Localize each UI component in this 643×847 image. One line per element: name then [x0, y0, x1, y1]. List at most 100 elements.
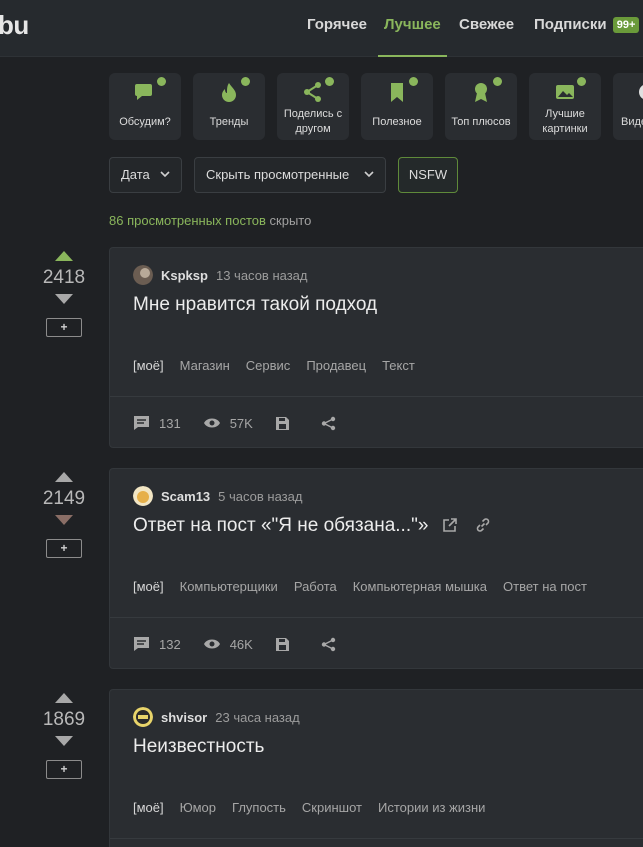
share-button[interactable] [321, 637, 345, 652]
category-tile-discuss[interactable]: Обсудим? [109, 73, 181, 140]
share-icon [304, 82, 321, 102]
category-label: Лучшие [545, 108, 585, 120]
downvote-arrow-icon[interactable] [54, 293, 74, 305]
post-time: 5 часов назад [218, 488, 303, 504]
category-label: Полезное [372, 116, 422, 128]
category-label: Поделись с [283, 108, 343, 120]
upvote-arrow-icon[interactable] [54, 692, 74, 704]
date-filter-dropdown[interactable]: Дата [109, 157, 182, 193]
vote-panel: 2149 + [40, 471, 88, 558]
post-time: 23 часа назад [215, 709, 300, 725]
comments-button[interactable]: 131 [133, 415, 181, 431]
downvote-arrow-icon[interactable] [54, 514, 74, 526]
category-tile-share[interactable]: Поделись с другом [277, 73, 349, 140]
category-tile-top-pluses[interactable]: Топ плюсов [445, 73, 517, 140]
tag[interactable]: Работа [294, 579, 337, 594]
avatar [133, 486, 153, 506]
author-name[interactable]: Kspksp [161, 268, 208, 283]
tag[interactable]: Магазин [180, 358, 230, 373]
category-tile-trends[interactable]: Тренды [193, 73, 265, 140]
video-icon [639, 85, 643, 99]
post-tags: [моё] Магазин Сервис Продавец Текст [133, 358, 431, 373]
share-button[interactable] [321, 416, 345, 431]
post-rating: 2418 [42, 267, 86, 288]
comments-button[interactable]: 132 [133, 636, 181, 652]
post-author[interactable]: Scam13 5 часов назад [133, 486, 302, 506]
hidden-posts-suffix: скрыто [269, 213, 312, 228]
expand-plus-button[interactable]: + [46, 760, 82, 779]
upvote-arrow-icon[interactable] [54, 471, 74, 483]
expand-plus-button[interactable]: + [46, 539, 82, 558]
save-button[interactable] [275, 416, 299, 431]
post-card: Kspksp 13 часов назад Мне нравится такой… [109, 247, 643, 448]
tag[interactable]: Компьютерная мышка [353, 579, 487, 594]
hidden-posts-link[interactable]: 86 просмотренных постов [109, 213, 266, 228]
post-author[interactable]: Kspksp 13 часов назад [133, 265, 307, 285]
new-dot [241, 77, 250, 86]
post-title[interactable]: Мне нравится такой подход [133, 294, 377, 316]
tag[interactable]: Сервис [246, 358, 291, 373]
post-footer: 132 46K [133, 634, 367, 654]
tag[interactable]: Текст [382, 358, 415, 373]
nav-hot[interactable]: Горячее [307, 0, 367, 57]
nav-fresh[interactable]: Свежее [459, 0, 514, 57]
views-count: 46K [229, 636, 253, 652]
tag[interactable]: Глупость [232, 800, 286, 815]
new-dot [157, 77, 166, 86]
post-time: 13 часов назад [215, 267, 308, 283]
nav-best[interactable]: Лучшее [378, 0, 447, 57]
share-icon [321, 637, 336, 651]
nsfw-toggle-button[interactable]: NSFW [398, 157, 458, 193]
avatar [133, 707, 153, 727]
post-title[interactable]: Неизвестность [133, 736, 264, 758]
category-tile-best-pictures[interactable]: Лучшие картинки [529, 73, 601, 140]
expand-plus-button[interactable]: + [46, 318, 82, 337]
eye-icon [203, 418, 220, 428]
post-author[interactable]: shvisor 23 часа назад [133, 707, 300, 727]
eye-icon [203, 639, 220, 649]
category-label: Обсудим? [119, 116, 171, 128]
image-icon [556, 85, 574, 99]
category-label: другом [295, 123, 331, 135]
award-icon [475, 83, 487, 102]
tag[interactable]: Продавец [306, 358, 366, 373]
category-label: картинки [542, 123, 588, 135]
new-dot [325, 77, 334, 86]
category-label: Виде [621, 116, 643, 128]
tag[interactable]: Истории из жизни [378, 800, 485, 815]
post-tags: [моё] Юмор Глупость Скриншот Истории из жизн… [133, 800, 501, 815]
tag-mine[interactable]: [моё] [133, 358, 164, 373]
tag-mine[interactable]: [моё] [133, 800, 164, 815]
comment-icon [134, 637, 149, 651]
comments-count: 132 [159, 636, 181, 652]
save-button[interactable] [275, 637, 299, 652]
comment-icon [134, 416, 149, 430]
share-icon [321, 416, 336, 430]
subscriptions-count-badge: 99+ [612, 17, 640, 33]
site-logo[interactable]: bu [0, 10, 29, 41]
category-tile-video[interactable]: Виде [613, 73, 643, 140]
tag[interactable]: Ответ на пост [503, 579, 587, 594]
tag[interactable]: Компьютерщики [180, 579, 278, 594]
category-tile-useful[interactable]: Полезное [361, 73, 433, 140]
flame-icon [222, 83, 236, 102]
tag[interactable]: Скриншот [302, 800, 362, 815]
top-header: bu Горячее Лучшее Свежее Подписки 99+ [0, 0, 643, 57]
views-indicator: 57K [203, 416, 253, 431]
post-rating: 1869 [42, 709, 86, 730]
category-label: Тренды [209, 116, 249, 128]
author-name[interactable]: Scam13 [161, 489, 210, 504]
tag[interactable]: Юмор [180, 800, 216, 815]
upvote-arrow-icon[interactable] [54, 250, 74, 262]
open-external-icon[interactable] [442, 517, 458, 533]
card-divider [110, 617, 643, 618]
author-name[interactable]: shvisor [161, 710, 207, 725]
chevron-down-icon [364, 171, 374, 178]
post-title[interactable]: Ответ на пост «"Я не обязана..."» [133, 515, 428, 536]
title-actions [442, 517, 491, 539]
hide-viewed-dropdown[interactable]: Скрыть просмотренные [194, 157, 386, 193]
downvote-arrow-icon[interactable] [54, 735, 74, 747]
link-icon[interactable] [475, 517, 491, 533]
nav-subscriptions[interactable]: Подписки 99+ [534, 0, 640, 57]
tag-mine[interactable]: [моё] [133, 579, 164, 594]
